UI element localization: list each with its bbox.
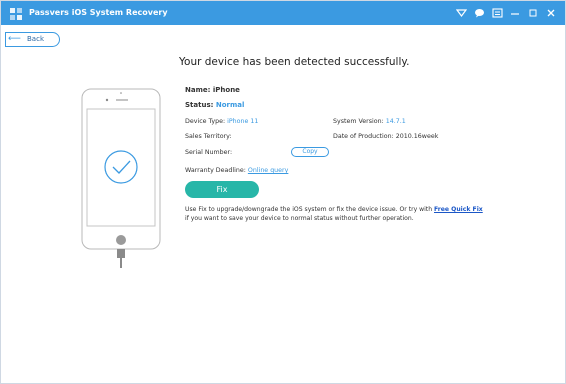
device-type-label: Device Type: [185,118,226,125]
minimize-icon[interactable] [507,5,523,21]
serial-number-row: Serial Number: [185,148,232,157]
system-version-value: 14.7.1 [385,118,406,125]
back-arrow-icon: ⟵ [8,34,21,44]
back-button[interactable]: ⟵ Back [5,32,60,47]
fix-button[interactable]: Fix [185,181,259,198]
fix-description-text-2: if you want to save your device to norma… [185,215,414,222]
title-bar-controls [451,5,559,21]
fix-description-text-1: Use Fix to upgrade/downgrade the iOS sys… [185,206,434,213]
warranty-label: Warranty Deadline: [185,167,246,174]
device-name-label: Name: [185,86,211,94]
copy-serial-button[interactable]: Copy [291,147,329,157]
sales-territory-row: Sales Territory: [185,132,232,141]
production-date-value: 2010.16week [395,133,439,140]
sales-territory-label: Sales Territory: [185,133,232,140]
device-status-label: Status: [185,101,214,109]
detection-headline: Your device has been detected successful… [179,56,410,68]
production-date-label: Date of Production: [333,133,394,140]
system-version-label: System Version: [333,118,384,125]
serial-number-label: Serial Number: [185,149,233,156]
fix-description: Use Fix to upgrade/downgrade the iOS sys… [185,205,485,223]
feedback-icon[interactable] [453,5,469,21]
app-title: Passvers iOS System Recovery [29,8,168,17]
online-query-link[interactable]: Online query [248,167,289,174]
menu-icon[interactable] [489,5,505,21]
device-status-value: Normal [215,101,245,109]
system-version-row: System Version: 14.7.1 [333,117,406,126]
production-date-row: Date of Production: 2010.16week [333,132,438,141]
device-type-value: iPhone 11 [227,118,259,125]
check-circle-icon [103,149,139,185]
chat-icon[interactable] [471,5,487,21]
title-bar: Passvers iOS System Recovery [1,1,565,25]
app-logo-icon [9,6,23,20]
device-status-row: Status: Normal [185,101,244,110]
back-button-label: Back [27,35,44,43]
device-type-row: Device Type: iPhone 11 [185,117,258,126]
app-window: Passvers iOS System Recovery ⟵ Back Your… [0,0,566,384]
close-icon[interactable] [543,5,559,21]
device-name-row: Name: iPhone [185,86,240,95]
device-name-value: iPhone [212,86,240,94]
warranty-row: Warranty Deadline: Online query [185,166,288,175]
free-quick-fix-link[interactable]: Free Quick Fix [434,206,483,213]
restore-icon[interactable] [525,5,541,21]
